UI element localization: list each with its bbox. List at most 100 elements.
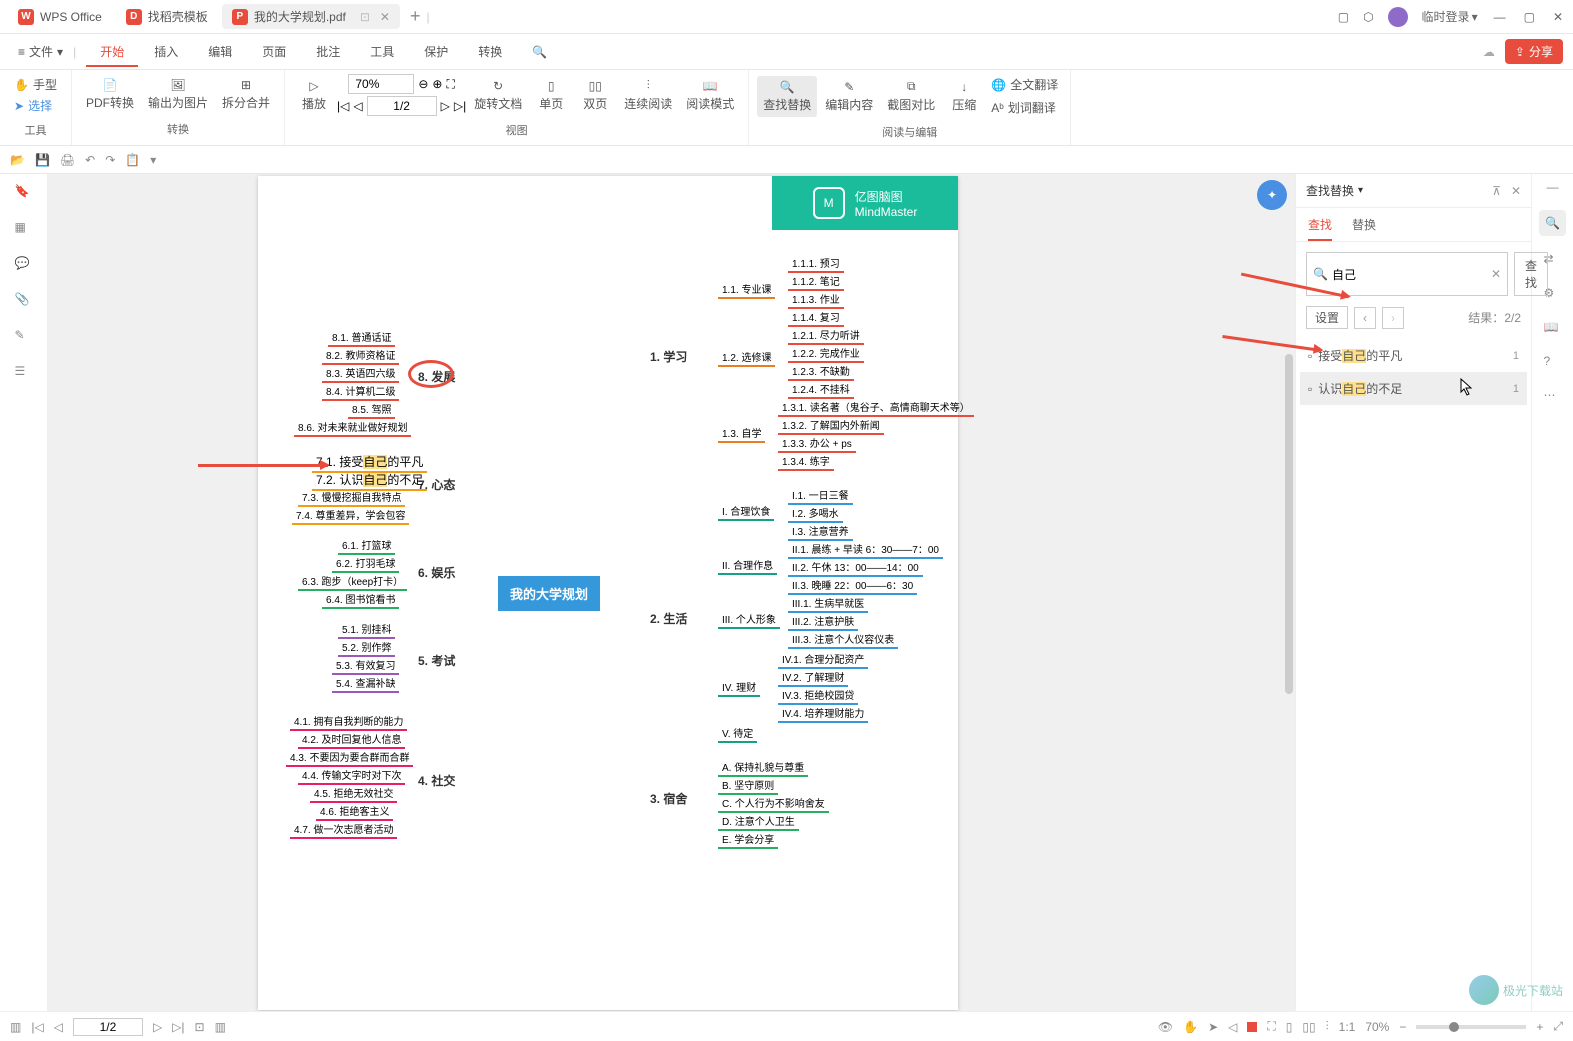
eye-icon[interactable]: 👁 <box>1158 1020 1173 1034</box>
full-translate-button[interactable]: 🌐全文翻译 <box>987 74 1062 95</box>
replace-tab[interactable]: 替换 <box>1352 216 1376 241</box>
tab-document[interactable]: P我的大学规划.pdf⊡✕ <box>222 4 400 29</box>
rotate-button[interactable]: ↻旋转文档 <box>468 75 528 116</box>
more-icon[interactable]: ▾ <box>150 153 156 167</box>
find-tab[interactable]: 查找 <box>1308 216 1332 241</box>
user-avatar[interactable] <box>1388 7 1408 27</box>
single-page-button[interactable]: ▯单页 <box>530 75 572 116</box>
open-icon[interactable]: 📂 <box>10 153 25 167</box>
search-result-item[interactable]: ▫ 接受自己的平凡 1 <box>1300 339 1527 372</box>
zoom-fit-icon[interactable]: 1:1 <box>1339 1020 1356 1034</box>
pin-panel-icon[interactable]: ⊼ <box>1492 184 1501 198</box>
export-image-button[interactable]: 🖼输出为图片 <box>142 74 214 115</box>
pdf-convert-button[interactable]: 📄PDF转换 <box>80 74 140 115</box>
zoom-out-icon[interactable]: − <box>1399 1020 1406 1034</box>
help-icon[interactable]: ? <box>1544 354 1562 372</box>
close-tab-icon[interactable]: ✕ <box>380 10 390 24</box>
menu-page[interactable]: 页面 <box>248 37 300 66</box>
first-page-icon[interactable]: |◁ <box>31 1020 43 1034</box>
new-tab-button[interactable]: + <box>410 6 421 27</box>
file-menu[interactable]: ≡文件▾| <box>10 39 84 64</box>
compress-button[interactable]: ↓压缩 <box>943 76 985 117</box>
save-icon[interactable]: 💾 <box>35 153 50 167</box>
menu-convert[interactable]: 转换 <box>464 37 516 66</box>
cloud-sync-icon[interactable]: ☁ <box>1483 45 1495 59</box>
attachment-icon[interactable]: 📎 <box>15 292 33 310</box>
zoom-select[interactable] <box>348 74 414 94</box>
search-strip-icon[interactable]: 🔍 <box>1539 210 1566 236</box>
prev-page-icon[interactable]: ◁ <box>54 1020 63 1034</box>
sidebar-toggle-icon[interactable]: ▥ <box>10 1020 21 1034</box>
pointer-icon[interactable]: ➤ <box>1208 1020 1218 1034</box>
clear-search-icon[interactable]: ✕ <box>1491 267 1501 281</box>
hand-tool[interactable]: ✋手型 <box>10 74 61 95</box>
menu-protect[interactable]: 保护 <box>410 37 462 66</box>
last-page-icon[interactable]: ▷| <box>454 99 466 113</box>
tab-wps[interactable]: WWPS Office <box>8 5 112 29</box>
hand-icon[interactable]: ✋ <box>1183 1020 1198 1034</box>
search-settings-button[interactable]: 设置 <box>1306 306 1348 329</box>
fit-width-icon[interactable]: ⛶ <box>446 77 454 92</box>
continuous-button[interactable]: ⫶连续阅读 <box>618 74 678 116</box>
tab-template[interactable]: D找稻壳模板 <box>116 4 218 29</box>
cube-icon[interactable]: ⬡ <box>1363 10 1373 24</box>
record-icon[interactable] <box>1247 1022 1257 1032</box>
compare-button[interactable]: ⧉截图对比 <box>881 75 941 117</box>
view-mode2-icon[interactable]: ▥ <box>215 1020 226 1034</box>
edit-content-button[interactable]: ✎编辑内容 <box>819 76 879 117</box>
menu-search-icon[interactable]: 🔍 <box>518 39 561 65</box>
next-page-icon[interactable]: ▷ <box>441 99 450 113</box>
menu-annotate[interactable]: 批注 <box>302 37 354 66</box>
single-icon[interactable]: ▯ <box>1286 1020 1293 1034</box>
pen-icon[interactable]: ✎ <box>15 328 33 346</box>
login-link[interactable]: 临时登录▾ <box>1422 8 1478 25</box>
print-icon[interactable]: 🖨 <box>60 153 75 167</box>
double-page-button[interactable]: ▯▯双页 <box>574 75 616 116</box>
page-input[interactable] <box>367 96 437 116</box>
zoom-out-play-icon[interactable]: ◁ <box>1228 1020 1237 1034</box>
select-tool[interactable]: ➤选择 <box>10 95 61 116</box>
floating-assistant-icon[interactable]: ✦ <box>1257 180 1287 210</box>
comment-icon[interactable]: 💬 <box>15 256 33 274</box>
double-icon[interactable]: ▯▯ <box>1302 1020 1315 1034</box>
fullscreen-icon[interactable]: ⤢ <box>1553 1019 1563 1034</box>
search-field[interactable]: 🔍 ✕ <box>1306 252 1508 296</box>
zoom-in-icon[interactable]: ⊕ <box>432 77 442 91</box>
thumbnail-icon[interactable]: ▦ <box>15 220 33 238</box>
last-page-icon[interactable]: ▷| <box>172 1020 184 1034</box>
clipboard-icon[interactable]: 📋 <box>125 153 140 167</box>
prev-page-icon[interactable]: ◁ <box>353 99 362 113</box>
document-canvas[interactable]: M 亿图脑图MindMaster 我的大学规划 1. 学习 2. 生活 3. 宿… <box>48 174 1295 1011</box>
maximize-button[interactable]: ▢ <box>1522 8 1537 26</box>
vertical-scrollbar[interactable] <box>1285 354 1293 694</box>
menu-insert[interactable]: 插入 <box>140 37 192 66</box>
fit-icon[interactable]: ⛶ <box>1267 1019 1275 1034</box>
book-icon[interactable]: 📖 <box>1544 320 1562 338</box>
page-input-status[interactable] <box>73 1018 143 1036</box>
search-result-item[interactable]: ▫ 认识自己的不足 1 <box>1300 372 1527 405</box>
read-mode-button[interactable]: 📖阅读模式 <box>680 75 740 116</box>
redo-icon[interactable]: ↷ <box>105 153 115 167</box>
share-button[interactable]: ⇪分享 <box>1505 39 1563 64</box>
bookmark-icon[interactable]: 🔖 <box>15 184 33 202</box>
zoom-slider[interactable] <box>1416 1025 1526 1029</box>
split-merge-button[interactable]: ⊞拆分合并 <box>216 74 276 115</box>
find-replace-button[interactable]: 🔍查找替换 <box>757 76 817 117</box>
next-page-icon[interactable]: ▷ <box>153 1020 162 1034</box>
pin-icon[interactable]: ⊡ <box>360 10 370 24</box>
close-panel-icon[interactable]: ✕ <box>1511 184 1521 198</box>
menu-start[interactable]: 开始 <box>86 37 138 67</box>
prev-result-button[interactable]: ‹ <box>1354 307 1376 329</box>
menu-tools[interactable]: 工具 <box>356 37 408 66</box>
collapse-strip-icon[interactable]: — <box>1547 180 1559 194</box>
view-mode-icon[interactable]: ⊡ <box>195 1020 205 1034</box>
menu-edit[interactable]: 编辑 <box>194 37 246 66</box>
zoom-slider-thumb[interactable] <box>1449 1022 1459 1032</box>
close-window-button[interactable]: ✕ <box>1551 8 1565 26</box>
next-result-button[interactable]: › <box>1382 307 1404 329</box>
search-go-button[interactable]: 查找 <box>1514 252 1548 296</box>
continuous-icon[interactable]: ⫶ <box>1326 1019 1329 1034</box>
layers-icon[interactable]: ☰ <box>15 364 33 382</box>
minimize-button[interactable]: — <box>1492 8 1508 26</box>
play-button[interactable]: ▷播放 <box>293 75 335 116</box>
